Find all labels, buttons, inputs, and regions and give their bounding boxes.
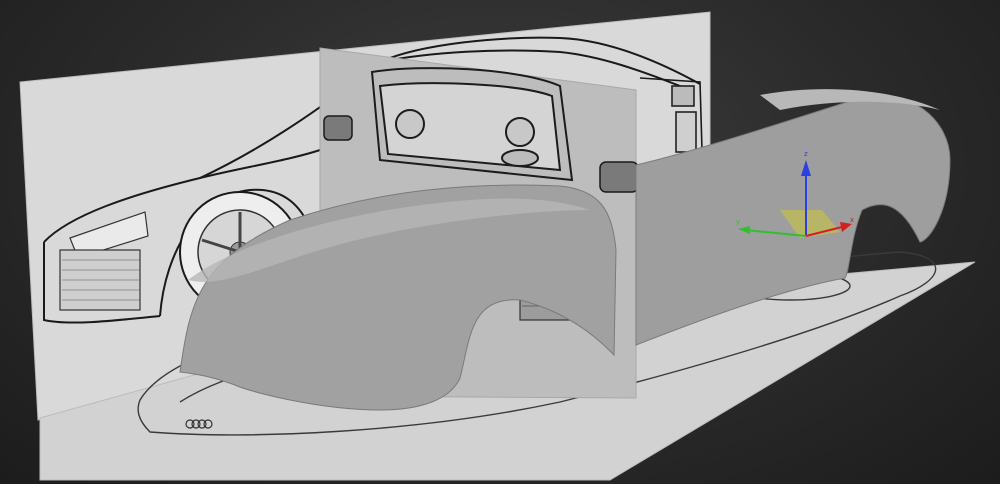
viewport-canvas[interactable]: z x y [0, 0, 1000, 484]
side-mirror-right [599, 161, 639, 193]
side-mirror-left [323, 115, 353, 141]
3d-viewport[interactable]: z x y [0, 0, 1000, 484]
gizmo-y-label: y [736, 218, 740, 226]
gizmo-z-label: z [804, 150, 808, 158]
gizmo-x-label: x [850, 216, 854, 224]
